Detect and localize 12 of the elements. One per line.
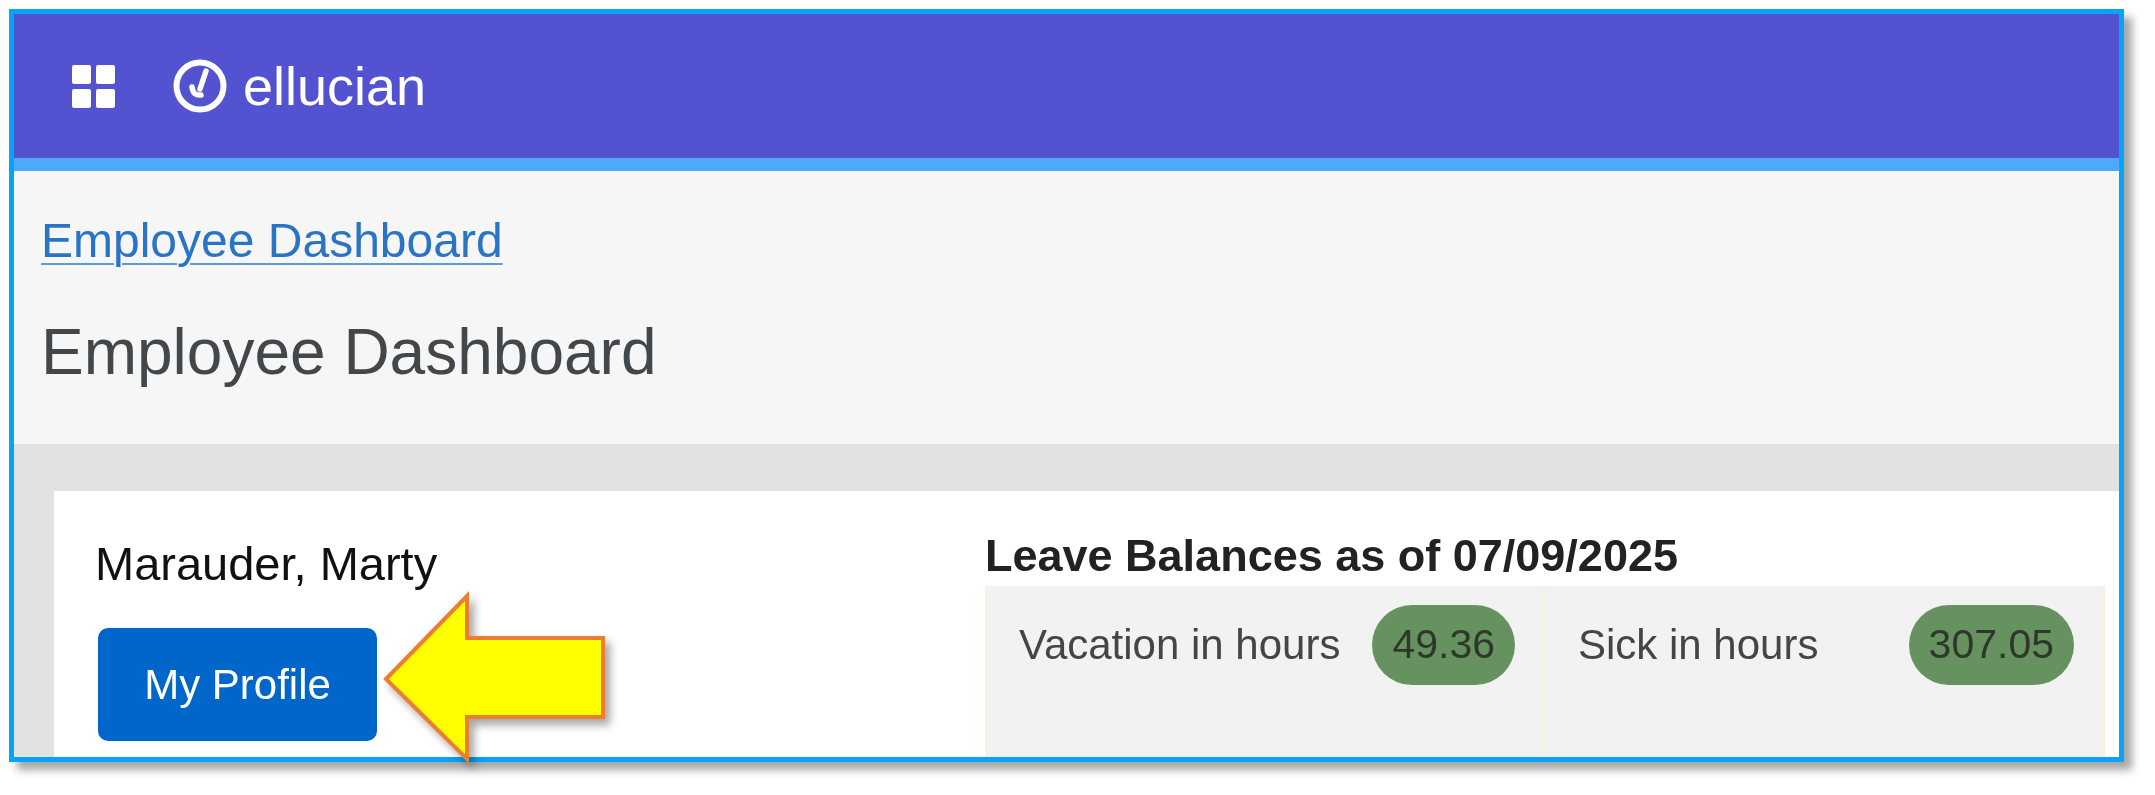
app-grid-icon[interactable] (72, 64, 115, 108)
employee-name: Marauder, Marty (95, 536, 438, 592)
my-profile-button[interactable]: My Profile (98, 628, 377, 742)
logo-icon (173, 59, 227, 113)
breadcrumb-link[interactable]: Employee Dashboard (41, 212, 503, 270)
leave-balances-title: Leave Balances as of 07/09/2025 (985, 529, 1678, 583)
balance-label: Vacation in hours (1019, 619, 1341, 670)
logo-text: ellucian (243, 59, 427, 113)
page-title: Employee Dashboard (41, 314, 657, 390)
balance-label: Sick in hours (1578, 619, 1819, 670)
balance-value-badge: 307.05 (1908, 605, 2074, 685)
balance-value-badge: 49.36 (1372, 605, 1515, 685)
